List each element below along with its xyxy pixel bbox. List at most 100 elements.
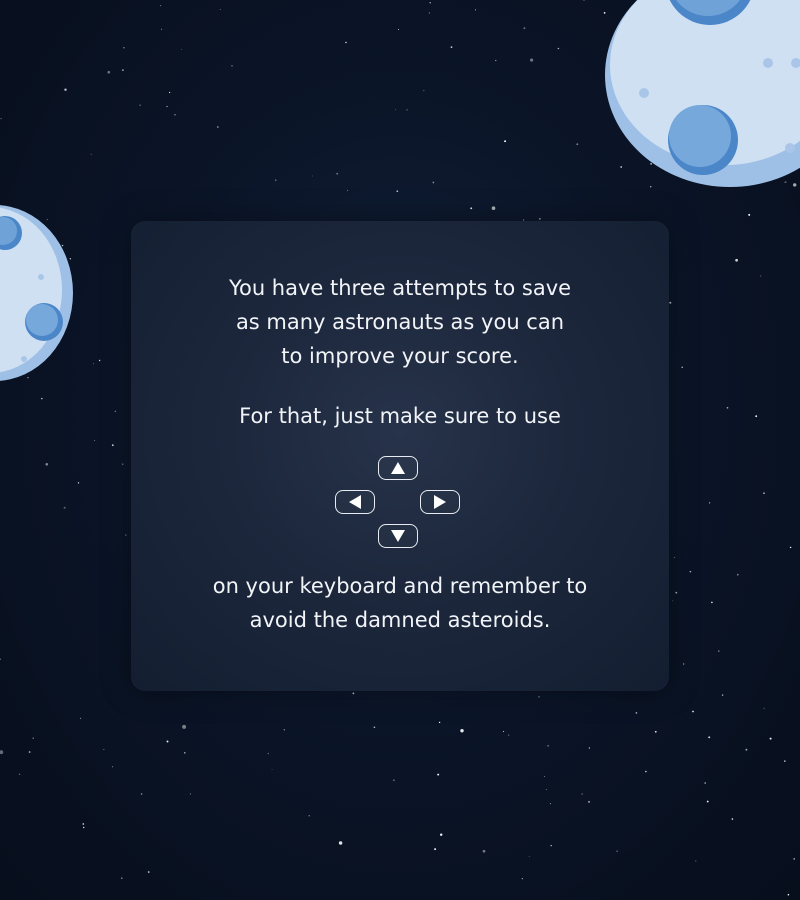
- star: [428, 12, 431, 14]
- star: [0, 117, 2, 120]
- arrow-left-icon: [349, 495, 361, 509]
- star: [231, 65, 233, 67]
- star: [675, 591, 678, 594]
- star: [708, 502, 711, 504]
- star: [216, 126, 219, 128]
- star: [718, 650, 720, 652]
- star: [787, 893, 790, 896]
- star: [219, 8, 221, 10]
- star: [338, 841, 343, 845]
- star: [98, 359, 101, 362]
- star: [588, 747, 591, 749]
- star: [439, 833, 443, 836]
- star: [166, 740, 169, 743]
- star: [545, 789, 547, 791]
- star: [616, 850, 618, 852]
- star: [393, 779, 395, 782]
- star: [681, 366, 683, 368]
- star: [673, 556, 675, 558]
- star: [283, 729, 286, 731]
- star: [708, 736, 711, 739]
- arrow-left-key: [335, 490, 375, 514]
- star: [528, 855, 530, 857]
- star: [495, 59, 497, 62]
- star: [429, 2, 431, 4]
- star: [748, 213, 751, 216]
- star: [763, 707, 765, 709]
- asteroid-top-right: [605, 0, 800, 187]
- star: [769, 737, 772, 740]
- star: [352, 692, 355, 695]
- star: [683, 663, 685, 665]
- star: [0, 750, 4, 755]
- star: [760, 275, 762, 277]
- star: [504, 140, 507, 143]
- star: [508, 734, 510, 736]
- star: [41, 397, 43, 400]
- star: [547, 745, 549, 747]
- star: [18, 773, 21, 775]
- star: [491, 206, 496, 210]
- star: [121, 463, 124, 465]
- star: [121, 877, 123, 879]
- star: [94, 439, 96, 441]
- star: [174, 114, 176, 116]
- star: [460, 729, 464, 733]
- arrow-right-icon: [434, 495, 446, 509]
- asteroid-left: [0, 205, 73, 381]
- instructions-use-text: For that, just make sure to use: [239, 404, 561, 428]
- star: [583, 0, 585, 1]
- star: [114, 410, 117, 413]
- star: [539, 218, 541, 220]
- star: [432, 181, 435, 184]
- star: [107, 70, 111, 74]
- star: [45, 463, 49, 466]
- star: [267, 752, 269, 755]
- arrow-up-icon: [391, 462, 405, 474]
- star: [79, 717, 82, 720]
- star: [789, 546, 792, 549]
- star: [308, 815, 310, 817]
- star: [736, 573, 739, 576]
- star: [711, 601, 713, 604]
- star: [32, 737, 34, 739]
- star: [406, 109, 408, 111]
- star: [147, 871, 150, 873]
- star: [395, 109, 397, 111]
- star: [482, 849, 486, 853]
- star: [588, 801, 590, 803]
- star: [721, 694, 724, 696]
- star: [83, 826, 85, 829]
- star: [121, 69, 124, 72]
- star: [103, 749, 105, 750]
- star: [783, 760, 786, 762]
- star: [576, 143, 579, 146]
- outro-line: avoid the damned asteroids.: [249, 608, 551, 632]
- star: [704, 782, 707, 784]
- star: [523, 27, 526, 30]
- star: [763, 492, 765, 494]
- star: [168, 91, 171, 94]
- star: [654, 730, 657, 733]
- star: [521, 878, 523, 880]
- star: [645, 770, 647, 773]
- star: [692, 710, 694, 713]
- star: [423, 90, 425, 92]
- star: [311, 175, 313, 177]
- star: [706, 800, 709, 803]
- star: [336, 172, 339, 175]
- star: [672, 600, 673, 602]
- star: [726, 406, 729, 409]
- star: [544, 775, 546, 778]
- star: [274, 179, 277, 181]
- star: [77, 482, 80, 484]
- star: [538, 696, 540, 698]
- star: [28, 751, 31, 753]
- star: [184, 752, 186, 754]
- star: [503, 730, 505, 733]
- star: [182, 724, 187, 729]
- instructions-outro-text: on your keyboard and remember to avoid t…: [131, 569, 669, 637]
- star: [669, 301, 672, 304]
- star: [347, 189, 349, 191]
- star: [635, 712, 638, 714]
